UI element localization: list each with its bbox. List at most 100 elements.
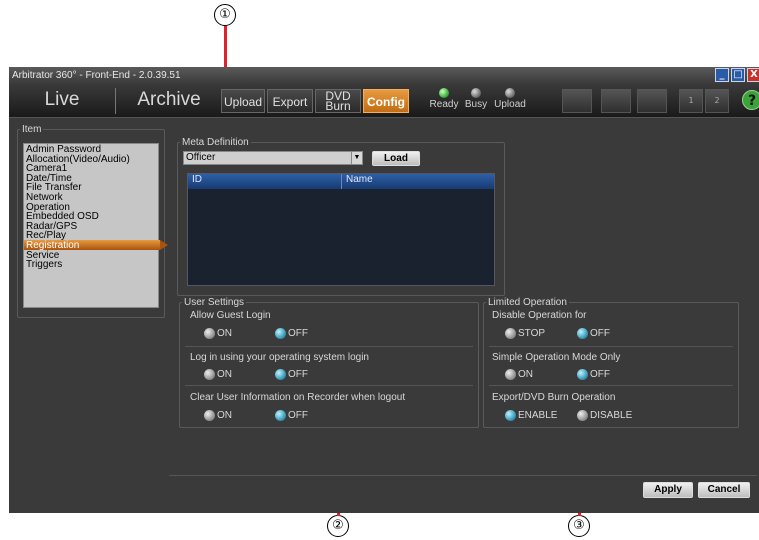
user-settings-legend: User Settings — [184, 297, 245, 308]
single-view-icon[interactable] — [601, 89, 631, 113]
item-panel-legend: Item — [22, 124, 42, 135]
clear-user-info-on-radio[interactable]: ON — [204, 410, 232, 421]
list-item[interactable]: Triggers — [24, 259, 158, 270]
radio-label: OFF — [288, 369, 308, 380]
list-item[interactable]: Rec/Play — [24, 230, 158, 241]
list-item[interactable]: Operation — [24, 202, 158, 213]
radio-icon — [505, 369, 516, 380]
radio-selected-icon — [577, 328, 588, 339]
app-window: Arbitrator 360° - Front-End - 2.0.39.51 … — [9, 67, 759, 513]
radio-label: OFF — [590, 369, 610, 380]
simple-mode-on-radio[interactable]: ON — [505, 369, 533, 380]
layout-view-icon[interactable] — [637, 89, 667, 113]
list-item[interactable]: Network — [24, 192, 158, 203]
callout-1: ① — [214, 4, 236, 26]
tab-archive[interactable]: Archive — [117, 84, 221, 118]
list-item[interactable]: Allocation(Video/Audio) — [24, 154, 158, 165]
radio-selected-icon — [275, 369, 286, 380]
meta-definition-legend: Meta Definition — [182, 137, 249, 148]
radio-label: ON — [217, 410, 232, 421]
os-login-on-radio[interactable]: ON — [204, 369, 232, 380]
radio-selected-icon — [275, 410, 286, 421]
minimize-button[interactable]: _ — [715, 68, 729, 82]
help-button[interactable]: ? — [742, 90, 759, 110]
title-bar: Arbitrator 360° - Front-End - 2.0.39.51 … — [9, 67, 759, 84]
radio-label: OFF — [288, 410, 308, 421]
simple-mode-label: Simple Operation Mode Only — [492, 352, 621, 363]
radio-label: ON — [217, 328, 232, 339]
divider — [185, 346, 473, 347]
footer-divider — [169, 475, 757, 476]
status-upload: Upload — [493, 88, 527, 110]
os-login-label: Log in using your operating system login — [190, 352, 369, 363]
export-button[interactable]: Export — [267, 89, 313, 113]
ready-led-icon — [439, 88, 449, 98]
main-toolbar: Live Archive Upload Export DVD Burn Conf… — [9, 84, 759, 118]
close-button[interactable]: X — [747, 68, 759, 82]
allow-guest-login-off-radio[interactable]: OFF — [275, 328, 308, 339]
radio-label: ON — [217, 369, 232, 380]
list-item[interactable]: Embedded OSD — [24, 211, 158, 222]
radio-label: OFF — [288, 328, 308, 339]
simple-mode-off-radio[interactable]: OFF — [577, 369, 610, 380]
busy-led-icon — [471, 88, 481, 98]
maximize-button[interactable]: □ — [731, 68, 745, 82]
radio-icon — [204, 328, 215, 339]
export-dvd-disable-radio[interactable]: DISABLE — [577, 410, 632, 421]
radio-icon — [505, 328, 516, 339]
meta-definition-table[interactable]: ID Name — [187, 173, 495, 286]
list-item-selected[interactable]: Registration — [24, 239, 168, 251]
radio-label: STOP — [518, 328, 546, 339]
load-button[interactable]: Load — [372, 151, 420, 166]
status-upload-label: Upload — [494, 99, 526, 110]
page-1-button[interactable]: 1 — [679, 89, 703, 113]
radio-label: DISABLE — [590, 410, 633, 421]
export-dvd-enable-radio[interactable]: ENABLE — [505, 410, 557, 421]
limited-operation-legend: Limited Operation — [488, 297, 567, 308]
divider — [489, 346, 733, 347]
display-icon[interactable] — [562, 89, 592, 113]
upload-button[interactable]: Upload — [221, 89, 265, 113]
radio-selected-icon — [505, 410, 516, 421]
list-item[interactable]: Date/Time — [24, 173, 158, 184]
callout-2: ② — [327, 515, 349, 537]
tab-live[interactable]: Live — [9, 84, 115, 118]
list-item[interactable]: Camera1 — [24, 163, 158, 174]
clear-user-info-label: Clear User Information on Recorder when … — [190, 392, 406, 403]
divider — [185, 385, 473, 386]
disable-operation-stop-radio[interactable]: STOP — [505, 328, 545, 339]
radio-label: ENABLE — [518, 410, 558, 421]
column-header-id[interactable]: ID — [188, 174, 342, 189]
radio-label: OFF — [590, 328, 610, 339]
list-item[interactable]: Service — [24, 250, 158, 261]
column-header-name[interactable]: Name — [342, 174, 496, 189]
chevron-down-icon[interactable]: ▼ — [351, 152, 362, 164]
os-login-off-radio[interactable]: OFF — [275, 369, 308, 380]
list-item[interactable]: File Transfer — [24, 182, 158, 193]
radio-icon — [204, 369, 215, 380]
table-header: ID Name — [188, 174, 494, 189]
dvd-burn-button[interactable]: DVD Burn — [315, 89, 361, 113]
list-item[interactable]: Radar/GPS — [24, 221, 158, 232]
export-dvd-label: Export/DVD Burn Operation — [492, 392, 616, 403]
page-2-button[interactable]: 2 — [705, 89, 729, 113]
radio-selected-icon — [275, 328, 286, 339]
allow-guest-login-on-radio[interactable]: ON — [204, 328, 232, 339]
allow-guest-login-label: Allow Guest Login — [190, 310, 271, 321]
window-title: Arbitrator 360° - Front-End - 2.0.39.51 — [12, 70, 181, 81]
list-item[interactable]: Admin Password — [24, 144, 158, 155]
cancel-button[interactable]: Cancel — [698, 482, 750, 498]
item-list: Admin Password Allocation(Video/Audio) C… — [23, 143, 168, 308]
apply-button[interactable]: Apply — [643, 482, 693, 498]
status-ready-label: Ready — [429, 99, 459, 110]
callout-3: ③ — [568, 515, 590, 537]
disable-operation-label: Disable Operation for — [492, 310, 587, 321]
radio-icon — [577, 410, 588, 421]
radio-selected-icon — [577, 369, 588, 380]
status-ready: Ready — [427, 88, 461, 110]
status-busy: Busy — [459, 88, 493, 110]
disable-operation-off-radio[interactable]: OFF — [577, 328, 610, 339]
meta-definition-select[interactable]: Officer ▼ — [183, 151, 363, 165]
clear-user-info-off-radio[interactable]: OFF — [275, 410, 308, 421]
tab-config[interactable]: Config — [363, 89, 409, 113]
